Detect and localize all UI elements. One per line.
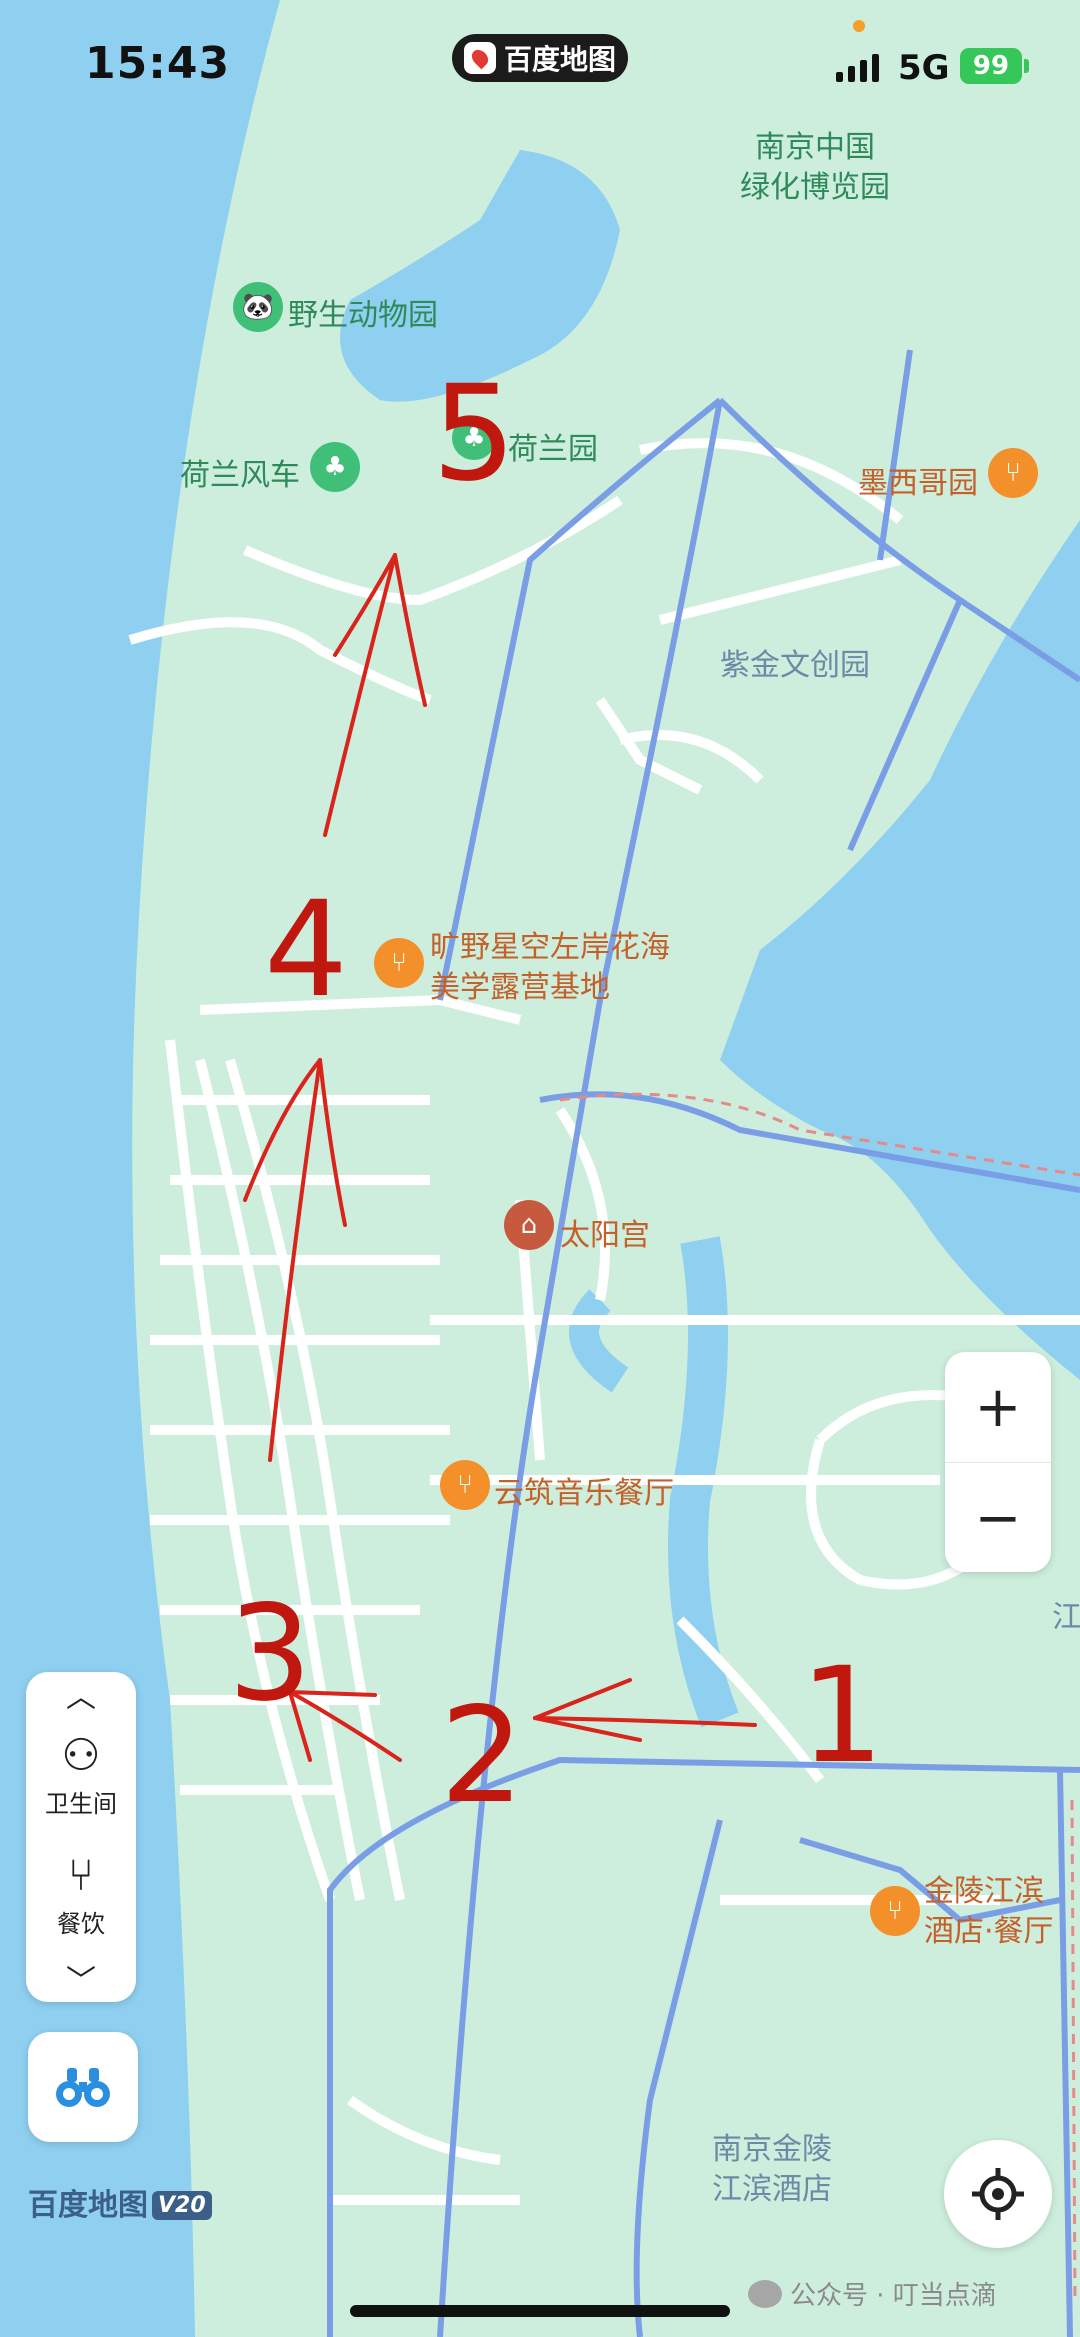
locate-button[interactable] [944,2140,1052,2248]
map-screen[interactable]: 15:43 百度地图 5G 99 南京中国 绿化博览园 🐼 野生动物园 荷兰风车… [0,0,1080,2337]
fork-knife-icon: ⑂ [67,1849,95,1901]
restroom-icon: ⚇ [61,1729,101,1781]
restroom-button[interactable]: ⚇ 卫生间 [26,1716,136,1836]
label-dutch-windmill[interactable]: 荷兰风车 [180,450,300,494]
label-mexico-garden[interactable]: 墨西哥园 [858,458,978,502]
battery-level: 99 [972,51,1010,81]
label-dutch-garden[interactable]: 荷兰园 [508,424,598,468]
baidu-map-icon [463,42,496,74]
label-edge: 江 [1052,1600,1080,1635]
palace-icon[interactable]: ⌂ [504,1200,554,1250]
battery-icon: 99 [960,48,1022,84]
status-time: 15:43 [85,38,231,89]
restaurant-icon-jinling[interactable]: ⑂ [870,1886,920,1936]
dining-label: 餐饮 [57,1909,105,1938]
restroom-label: 卫生间 [45,1789,117,1818]
zoom-out-button[interactable]: − [945,1462,1051,1573]
restaurant-icon-music[interactable]: ⑂ [440,1460,490,1510]
label-jinling-restaurant[interactable]: 金陵江滨 酒店·餐厅 [924,1872,1054,1952]
app-pill-label: 百度地图 [503,43,616,76]
wechat-icon [748,2279,782,2308]
label-camping-base[interactable]: 旷野星空左岸花海 美学露营基地 [430,928,670,1008]
dining-button[interactable]: ⑂ 餐饮 [26,1836,136,1956]
label-zijin-park[interactable]: 紫金文创园 [720,640,870,684]
map-canvas[interactable] [0,0,1080,2337]
battery-tip [1024,59,1029,73]
panda-icon[interactable]: 🐼 [233,282,283,332]
annotation-number-4: 4 [264,873,348,1027]
label-jinling-hotel[interactable]: 南京金陵 江滨酒店 [712,2130,832,2210]
label-music-restaurant[interactable]: 云筑音乐餐厅 [494,1468,674,1512]
zoom-in-button[interactable]: + [945,1352,1051,1462]
brand-name: 百度地图 [28,2188,148,2223]
binoculars-icon [56,2068,110,2107]
annotation-number-2: 2 [440,1679,524,1833]
app-indicator-pill[interactable]: 百度地图 [452,34,628,82]
annotation-number-5: 5 [432,357,516,511]
brand-logo: 百度地图 V20 [28,2180,212,2224]
watermark-text: 公众号 · 叮当点滴 [790,2281,997,2311]
annotation-number-1: 1 [800,1639,884,1793]
signal-icon [836,52,879,82]
tree-icon[interactable]: ♣ [310,442,360,492]
annotation-number-3: 3 [228,1577,312,1731]
label-sun-palace[interactable]: 太阳宫 [560,1210,650,1254]
label-wildlife-park[interactable]: 野生动物园 [288,290,438,334]
chevron-down-icon[interactable]: ﹀ [26,1956,136,2000]
chevron-up-icon[interactable]: ︿ [26,1672,136,1716]
locate-icon [972,2168,1024,2220]
status-bar: 15:43 百度地图 5G 99 [0,0,1080,130]
label-expo-garden[interactable]: 南京中国 绿化博览园 [740,128,890,208]
home-indicator[interactable] [350,2305,730,2317]
zoom-control: + − [945,1352,1051,1572]
restaurant-icon-mexico[interactable]: ⑂ [988,448,1038,498]
privacy-dot [853,20,865,32]
restaurant-icon-camping[interactable]: ⑂ [374,938,424,988]
brand-version: V20 [152,2191,212,2220]
watermark: 公众号 · 叮当点滴 [748,2275,997,2312]
binoculars-button[interactable] [28,2032,138,2142]
category-panel: ︿ ⚇ 卫生间 ⑂ 餐饮 ﹀ [26,1672,136,2002]
network-type: 5G [898,48,950,88]
